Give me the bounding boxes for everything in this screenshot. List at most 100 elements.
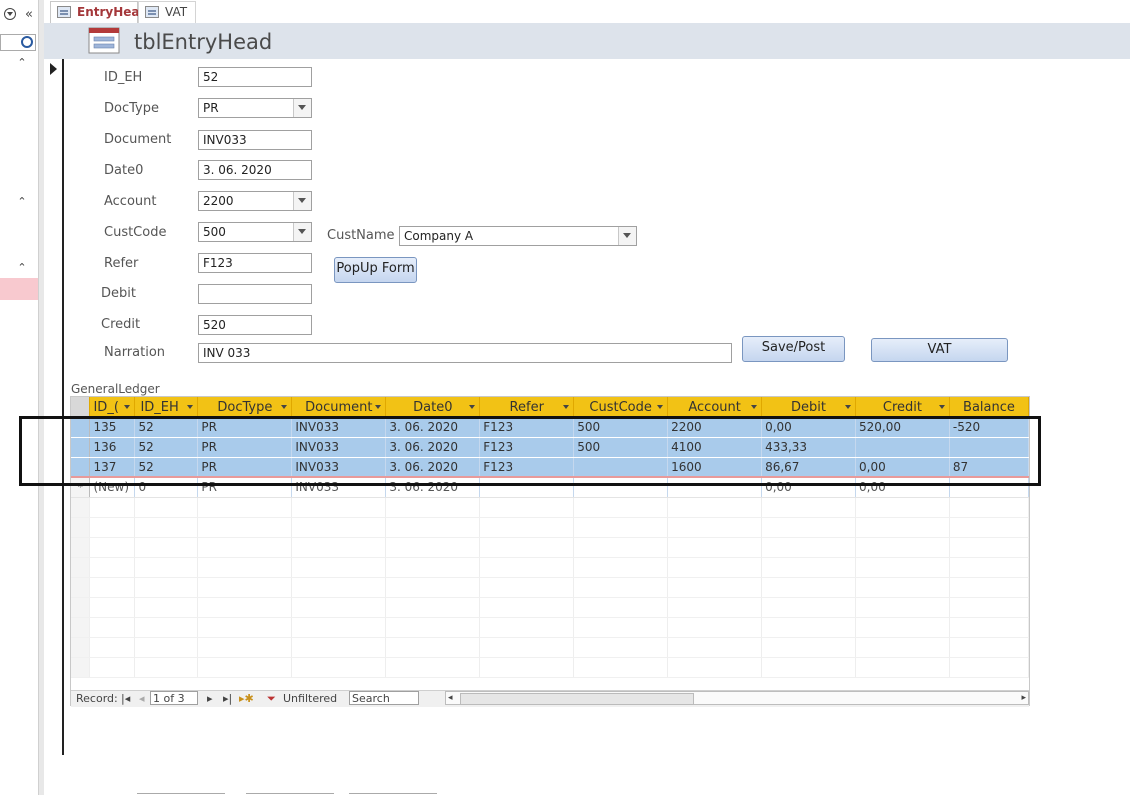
id-eh-label: ID_EH <box>104 70 143 85</box>
refer-label: Refer <box>104 256 139 271</box>
collapse-pane-icon[interactable]: « <box>22 7 36 22</box>
scrollbar-thumb[interactable] <box>460 693 694 705</box>
debit-field[interactable] <box>198 284 312 304</box>
save-post-button[interactable]: Save/Post <box>742 336 845 362</box>
first-record-icon[interactable]: |◂ <box>121 692 130 706</box>
sort-arrow-icon[interactable] <box>938 405 945 409</box>
custcode-label: CustCode <box>104 225 167 240</box>
custname-combo[interactable]: Company A <box>399 226 637 246</box>
chevron-up-icon[interactable]: ⌃ <box>15 195 29 208</box>
last-record-icon[interactable]: ▸| <box>223 692 232 706</box>
form-icon <box>88 27 120 54</box>
chevron-down-icon[interactable] <box>293 99 311 117</box>
select-all-corner[interactable] <box>71 397 91 417</box>
refer-field[interactable]: F123 <box>198 253 312 273</box>
empty-row <box>71 577 1029 598</box>
account-value: 2200 <box>203 194 234 208</box>
empty-row <box>71 617 1029 638</box>
date0-label: Date0 <box>104 163 144 178</box>
column-header[interactable]: Credit <box>855 397 950 417</box>
id-eh-field[interactable]: 52 <box>198 67 312 87</box>
scroll-left-icon[interactable]: ◂ <box>448 692 453 704</box>
chevron-up-icon[interactable]: ⌃ <box>15 261 29 274</box>
nav-menu-icon[interactable] <box>4 8 16 20</box>
custname-label: CustName <box>327 228 395 243</box>
custname-value: Company A <box>404 229 474 243</box>
previous-record-icon[interactable]: ◂ <box>139 692 145 706</box>
form-title: tblEntryHead <box>134 30 273 54</box>
sort-arrow-icon[interactable] <box>281 405 288 409</box>
doctype-label: DocType <box>104 101 159 116</box>
sort-arrow-icon[interactable] <box>469 405 476 409</box>
column-header[interactable]: Account <box>667 397 763 417</box>
column-header[interactable]: Balance <box>949 397 1029 417</box>
chevron-down-icon[interactable] <box>293 223 311 241</box>
sort-arrow-icon[interactable] <box>751 405 758 409</box>
sort-arrow-icon[interactable] <box>124 405 131 409</box>
filter-icon[interactable]: ⏷ <box>267 692 276 706</box>
date0-field[interactable]: 3. 06. 2020 <box>198 160 312 180</box>
filter-status[interactable]: Unfiltered <box>283 692 337 706</box>
chevron-down-icon[interactable] <box>293 192 311 210</box>
tab-entryhead[interactable]: EntryHead <box>50 1 148 23</box>
document-tab-bar: EntryHead VAT <box>44 0 1130 24</box>
doctype-value: PR <box>203 101 219 115</box>
sort-arrow-icon[interactable] <box>845 405 851 409</box>
current-record-arrow-icon <box>50 63 57 75</box>
doctype-combo[interactable]: PR <box>198 98 312 118</box>
credit-field[interactable]: 520 <box>198 315 312 335</box>
next-record-icon[interactable]: ▸ <box>207 692 213 706</box>
chevron-down-icon[interactable] <box>618 227 636 245</box>
record-navigation-bar: Record: |◂ ◂ 1 of 3 ▸ ▸| ▸✱ ⏷ Unfiltered… <box>71 690 1029 707</box>
column-header[interactable]: Debit <box>761 397 856 417</box>
empty-row <box>71 517 1029 538</box>
empty-row <box>71 637 1029 658</box>
debit-label: Debit <box>101 286 136 301</box>
credit-label: Credit <box>101 317 141 332</box>
empty-row <box>71 497 1029 518</box>
column-header[interactable]: ID_EH <box>134 397 199 417</box>
empty-row <box>71 537 1029 558</box>
sort-arrow-icon[interactable] <box>187 405 194 409</box>
document-label: Document <box>104 132 172 147</box>
column-header[interactable]: Document <box>291 397 387 417</box>
sort-arrow-icon[interactable] <box>657 405 664 409</box>
popup-form-button[interactable]: PopUp Form <box>334 257 417 283</box>
account-combo[interactable]: 2200 <box>198 191 312 211</box>
nav-selected-item[interactable] <box>0 278 38 300</box>
vat-button[interactable]: VAT <box>871 338 1008 362</box>
column-header[interactable]: ID_( <box>89 397 136 417</box>
general-ledger-label: GeneralLedger <box>71 382 160 396</box>
new-record-icon[interactable]: ▸✱ <box>239 692 254 706</box>
empty-row <box>71 557 1029 578</box>
empty-row <box>71 597 1029 618</box>
horizontal-scrollbar[interactable]: ◂ ▸ <box>445 691 1029 705</box>
form-icon <box>57 6 71 18</box>
record-selector[interactable] <box>44 59 64 755</box>
tab-vat[interactable]: VAT <box>138 1 196 23</box>
chevron-up-icon[interactable]: ⌃ <box>15 56 29 69</box>
form-icon <box>145 6 159 18</box>
column-header[interactable]: Refer <box>479 397 575 417</box>
empty-row <box>71 657 1029 678</box>
narration-field[interactable]: INV 033 <box>198 343 732 363</box>
record-number-input[interactable]: 1 of 3 <box>150 691 198 705</box>
custcode-combo[interactable]: 500 <box>198 222 312 242</box>
column-header[interactable]: Date0 <box>385 397 481 417</box>
sort-arrow-icon[interactable] <box>563 405 570 409</box>
narration-label: Narration <box>104 345 166 360</box>
highlight-box <box>19 416 1041 486</box>
document-field[interactable]: INV033 <box>198 130 312 150</box>
custcode-value: 500 <box>203 225 226 239</box>
scroll-right-icon[interactable]: ▸ <box>1021 692 1026 704</box>
record-label: Record: <box>76 692 118 705</box>
search-input[interactable]: Search <box>349 691 419 705</box>
column-header[interactable]: CustCode <box>573 397 669 417</box>
account-label: Account <box>104 194 157 209</box>
navigation-pane: « ⌃ ⌃ ⌃ <box>0 0 38 795</box>
search-icon[interactable] <box>21 36 33 48</box>
tab-label: VAT <box>165 5 188 19</box>
sort-arrow-icon[interactable] <box>375 405 382 409</box>
column-header[interactable]: DocType <box>197 397 293 417</box>
ledger-header-row: ID_( ID_EH DocType Document Date0 Refer … <box>71 397 1029 417</box>
